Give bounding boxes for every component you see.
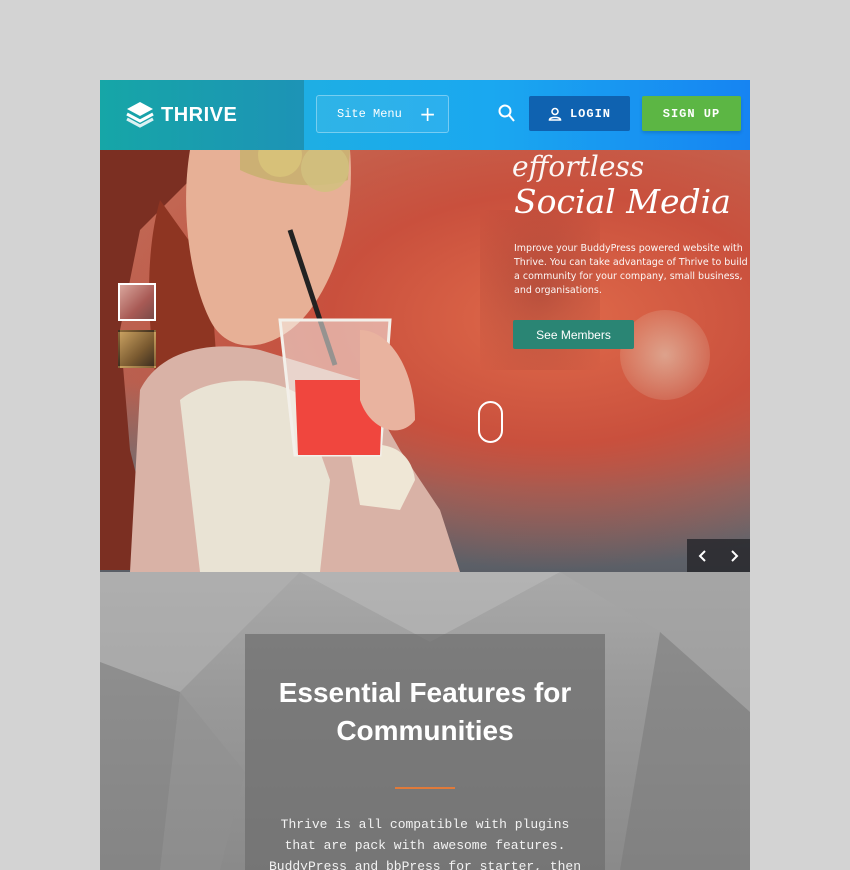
site-menu-button[interactable]: Site Menu + (316, 95, 449, 133)
hero-script-line2: Social Media (514, 182, 731, 221)
features-divider (395, 787, 455, 789)
login-button[interactable]: LOGIN (529, 96, 630, 131)
chevron-right-icon (731, 549, 739, 562)
slide-thumbnail-1[interactable] (118, 283, 156, 321)
plus-icon: + (419, 102, 436, 126)
hero-description: Improve your BuddyPress powered website … (514, 243, 748, 296)
slider-prev-button[interactable] (687, 539, 719, 572)
brand-name: THRIVE (161, 103, 238, 126)
site-header: THRIVE Site Menu + LOGIN SIGN UP (100, 80, 750, 150)
thrive-logo-icon (126, 102, 154, 128)
scroll-indicator[interactable] (478, 401, 503, 443)
slide-thumbnail-2[interactable] (118, 330, 156, 368)
hero-slider: effortless Social Media Improve your Bud… (100, 150, 750, 572)
slider-next-button[interactable] (719, 539, 751, 572)
signup-label: SIGN UP (662, 106, 721, 121)
features-section: Essential Features for Communities Thriv… (100, 572, 750, 870)
site-menu-label: Site Menu (337, 107, 402, 121)
chevron-left-icon (698, 549, 706, 562)
slider-nav (687, 539, 750, 572)
features-title: Essential Features for Communities (278, 677, 572, 746)
page: THRIVE Site Menu + LOGIN SIGN UP effortl… (100, 80, 750, 870)
signup-button[interactable]: SIGN UP (642, 96, 741, 131)
hero-script-line1: effortless (512, 150, 645, 183)
user-icon (548, 107, 562, 121)
see-members-button[interactable]: See Members (513, 320, 634, 349)
features-description: Thrive is all compatible with plugins th… (268, 817, 582, 870)
brand-logo[interactable]: THRIVE (100, 80, 304, 150)
features-card: Essential Features for Communities Thriv… (245, 634, 605, 870)
search-icon[interactable] (498, 104, 516, 124)
login-label: LOGIN (569, 106, 611, 121)
